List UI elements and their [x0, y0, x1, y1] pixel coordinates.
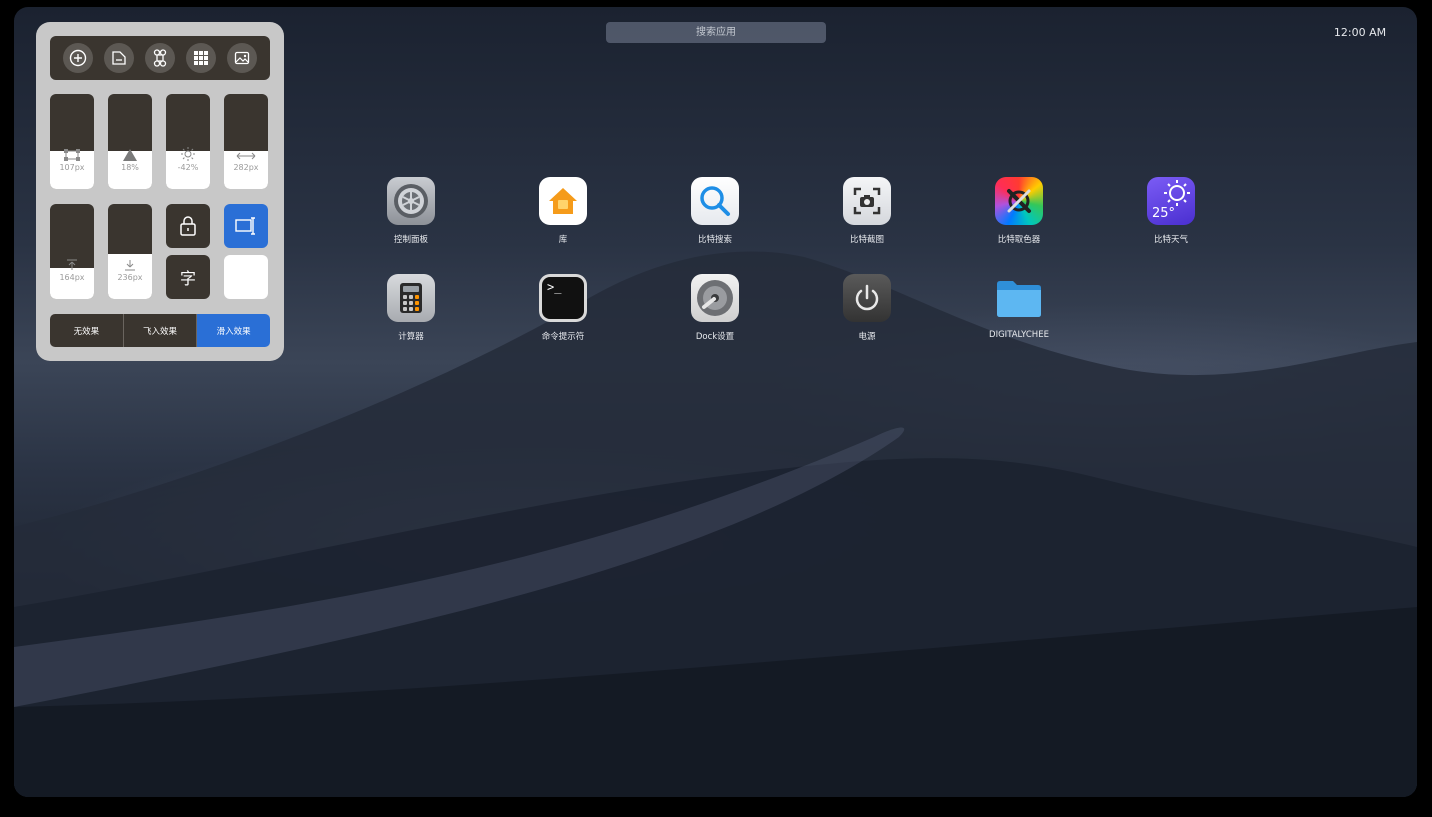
opacity-slider[interactable]: 18% [108, 94, 152, 189]
slider-value: -42% [177, 163, 199, 172]
effect-fly-in[interactable]: 飞入效果 [123, 314, 198, 347]
app-power[interactable]: 电源 [817, 274, 917, 342]
add-button[interactable] [63, 43, 94, 73]
app-dock-settings[interactable]: Dock设置 [665, 274, 765, 342]
command-icon [153, 49, 167, 67]
app-label: 比特天气 [1153, 235, 1188, 245]
app-label: 计算器 [398, 332, 424, 342]
app-label: 命令提示符 [541, 332, 585, 342]
calculator-icon [387, 274, 435, 322]
disk-icon [691, 274, 739, 322]
app-label: 电源 [858, 332, 876, 342]
font-button[interactable]: 字 [166, 255, 210, 299]
image-icon [234, 51, 249, 65]
lock-button[interactable] [166, 204, 210, 248]
add-icon [70, 49, 87, 67]
app-control-panel[interactable]: 控制面板 [361, 177, 461, 245]
folder-icon [995, 274, 1043, 322]
app-bit-weather[interactable]: 25° 比特天气 [1121, 177, 1221, 245]
effect-none[interactable]: 无效果 [50, 314, 124, 347]
app-label: Dock设置 [695, 332, 735, 342]
slider-value: 18% [121, 163, 139, 172]
monitor-icon [235, 217, 255, 235]
effect-slide-in[interactable]: 滑入效果 [197, 314, 270, 347]
weather-sun-icon: 25° [1147, 177, 1195, 225]
weather-temp: 25° [1152, 206, 1176, 221]
grid-icon [193, 51, 208, 65]
spacing-slider[interactable]: 282px [224, 94, 268, 189]
app-label: DIGITALYCHEE [989, 330, 1049, 340]
camera-icon [843, 177, 891, 225]
control-panel: 107px 18% -42% 282px 164px 236px 字 无效果 飞… [36, 22, 284, 361]
app-label: 控制面板 [393, 235, 428, 245]
grid-button[interactable] [185, 43, 216, 73]
file-icon [112, 51, 126, 65]
image-button[interactable] [226, 43, 257, 73]
file-button[interactable] [104, 43, 135, 73]
command-button[interactable] [144, 43, 175, 73]
size-slider[interactable]: 107px [50, 94, 94, 189]
brightness-slider[interactable]: -42% [166, 94, 210, 189]
slider-value: 282px [233, 163, 259, 172]
clock: 12:00 AM [1333, 26, 1387, 39]
search-icon [691, 177, 739, 225]
terminal-prompt: >_ [547, 280, 562, 294]
app-label: 比特取色器 [997, 235, 1041, 245]
app-library[interactable]: 库 [513, 177, 613, 245]
slider-value: 236px [117, 273, 143, 282]
home-icon [539, 177, 587, 225]
app-terminal[interactable]: >_ 命令提示符 [513, 274, 613, 342]
app-folder[interactable]: DIGITALYCHEE [969, 274, 1069, 340]
display-toggle-button[interactable] [224, 204, 268, 248]
app-bit-search[interactable]: 比特搜索 [665, 177, 765, 245]
effect-selector: 无效果 飞入效果 滑入效果 [50, 314, 270, 347]
app-label: 比特搜索 [697, 235, 732, 245]
lock-icon [180, 216, 196, 236]
app-label: 比特截图 [849, 235, 884, 245]
app-calculator[interactable]: 计算器 [361, 274, 461, 342]
terminal-icon: >_ [539, 274, 587, 322]
panel-toolbar [50, 36, 270, 80]
top-offset-slider[interactable]: 164px [50, 204, 94, 299]
app-bit-screenshot[interactable]: 比特截图 [817, 177, 917, 245]
power-icon [843, 274, 891, 322]
color-swatch-button[interactable] [224, 255, 268, 299]
settings-gear-icon [387, 177, 435, 225]
slider-value: 107px [59, 163, 85, 172]
bottom-offset-slider[interactable]: 236px [108, 204, 152, 299]
color-picker-icon [995, 177, 1043, 225]
search-input[interactable] [606, 22, 826, 43]
slider-value: 164px [59, 273, 85, 282]
app-label: 库 [558, 235, 568, 245]
app-bit-color-picker[interactable]: 比特取色器 [969, 177, 1069, 245]
